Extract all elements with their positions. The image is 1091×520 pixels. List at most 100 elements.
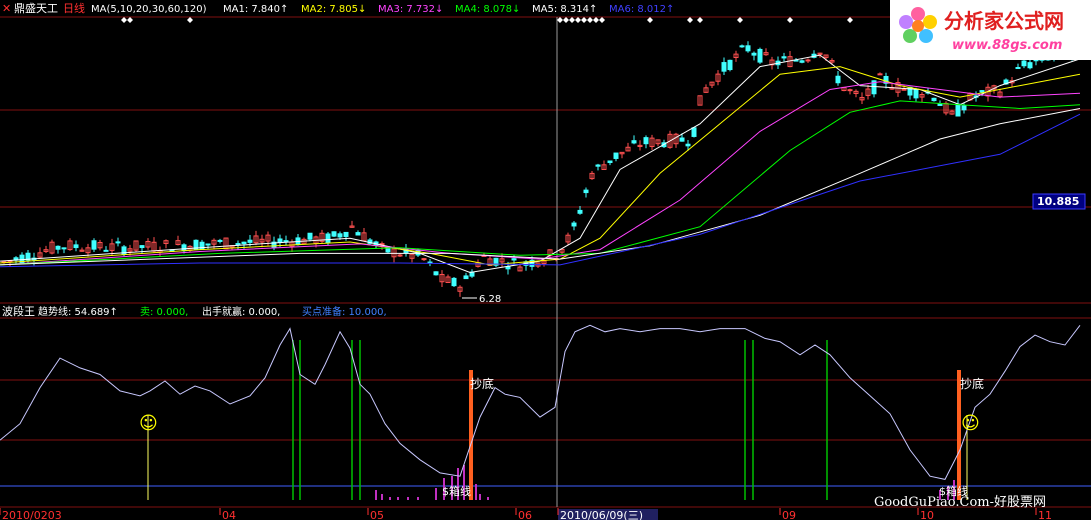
candle-body (91, 240, 97, 250)
candle-body (115, 241, 121, 244)
signal-diamond (847, 17, 853, 23)
candle-body (757, 48, 763, 63)
price-level-label: 10.885 (1037, 195, 1079, 208)
candle-body (937, 103, 943, 106)
candle-body (1021, 60, 1027, 67)
ma-config: MA(5,10,20,30,60,120) (91, 4, 207, 15)
candle-body (307, 232, 313, 240)
candle-body (721, 62, 727, 72)
candle-body (421, 258, 427, 261)
signal-diamond (569, 17, 575, 23)
candle-body (955, 103, 961, 117)
candle-body (217, 239, 223, 242)
indicator-value-3: 出手就赢: 0.000, (202, 305, 280, 318)
date-label-2: 04 (222, 509, 236, 520)
candle-body (343, 231, 349, 237)
candle-body (511, 258, 517, 261)
candle-body (235, 243, 241, 246)
candle-body (877, 73, 883, 76)
candle-body (595, 164, 601, 167)
ma-line-4 (0, 100, 1081, 266)
ma-value-2: MA2: 7.805↓ (301, 4, 366, 15)
candle-body (727, 59, 733, 71)
candle-body (433, 271, 439, 276)
signal-diamond (575, 17, 581, 23)
ma-value-4: MA4: 8.078↓ (455, 4, 520, 15)
indicator-value-1: 趋势线: 54.689↑ (38, 305, 118, 318)
trend-line (0, 324, 1081, 480)
signal-diamond (593, 17, 599, 23)
candle-body (631, 140, 637, 144)
candle-body (103, 249, 109, 252)
candle-body (55, 245, 61, 250)
candle-body (205, 243, 211, 246)
period-label[interactable]: 日线 (63, 1, 85, 15)
ma-line-3 (0, 81, 1081, 266)
candle-body (247, 239, 253, 243)
candle-body (799, 60, 805, 63)
indicator-value-2: 卖: 0.000, (140, 306, 188, 318)
smile-icon-1: ☺ (139, 413, 158, 434)
candle-body (241, 241, 247, 245)
candle-body (913, 88, 919, 99)
buy-signal-label-2: 抄底 (960, 376, 984, 391)
candle-body (451, 277, 457, 287)
signal-diamond (647, 17, 653, 23)
candle-body (739, 45, 745, 48)
candle-body (277, 238, 283, 243)
signal-diamond (787, 17, 793, 23)
low-label: 6.28 (479, 294, 501, 305)
candle-body (685, 143, 691, 147)
bottom-watermark: GoodGuPiao.Com-好股票网 (874, 495, 1046, 510)
candle-body (679, 137, 685, 142)
candle-body (931, 97, 937, 102)
date-label-8: 11 (1038, 509, 1052, 520)
candle-body (613, 152, 619, 159)
candle-body (835, 75, 841, 84)
candle-body (979, 90, 985, 93)
candle-body (139, 245, 145, 249)
signal-diamond (587, 17, 593, 23)
logo: 分析家公式网 www.88gs.com (890, 0, 1091, 60)
candle-body (325, 233, 331, 244)
candle-body (577, 209, 583, 214)
candle-body (691, 127, 697, 137)
stock-name: 鼎盛天工 (14, 1, 58, 15)
candle-body (331, 231, 337, 237)
ma-line-6 (0, 113, 1081, 268)
candle-body (199, 241, 205, 250)
close-icon[interactable]: ✕ (2, 2, 11, 15)
ma-line-1 (0, 54, 1081, 274)
date-label-6: 09 (782, 509, 796, 520)
signal-diamond (581, 17, 587, 23)
date-label-4: 06 (518, 509, 532, 520)
candle-body (73, 244, 79, 249)
candle-body (181, 244, 187, 252)
logo-text: 分析家公式网 (944, 9, 1064, 33)
candle-body (745, 45, 751, 52)
candle-body (751, 52, 757, 56)
candle-body (283, 240, 289, 243)
candle-body (463, 275, 469, 280)
candle-body (583, 189, 589, 194)
signal-diamond (737, 17, 743, 23)
date-label-5: 2010/06/09(三) (560, 509, 643, 520)
candle-body (1015, 67, 1021, 70)
buy-signal-label-1: 抄底 (470, 376, 494, 391)
ma-line-5 (0, 108, 1081, 266)
candle-body (901, 88, 907, 91)
candle-body (61, 247, 67, 250)
signal-diamond (563, 17, 569, 23)
ma-values: MA1: 7.840↑ MA2: 7.805↓ MA3: 7.732↓ MA4: 8.… (223, 4, 674, 15)
ma-value-3: MA3: 7.732↓ (378, 4, 443, 15)
ma-value-1: MA1: 7.840↑ (223, 4, 288, 15)
smile-icon-2: ☺ (961, 413, 980, 434)
moving-average-lines (0, 54, 1081, 274)
signal-diamond (697, 17, 703, 23)
signal-diamond (187, 17, 193, 23)
ma-value-6: MA6: 8.012↑ (609, 4, 674, 15)
signal-diamond (687, 17, 693, 23)
candle-body (805, 59, 811, 62)
ma-value-5: MA5: 8.314↑ (532, 4, 597, 15)
candle-body (607, 160, 613, 164)
